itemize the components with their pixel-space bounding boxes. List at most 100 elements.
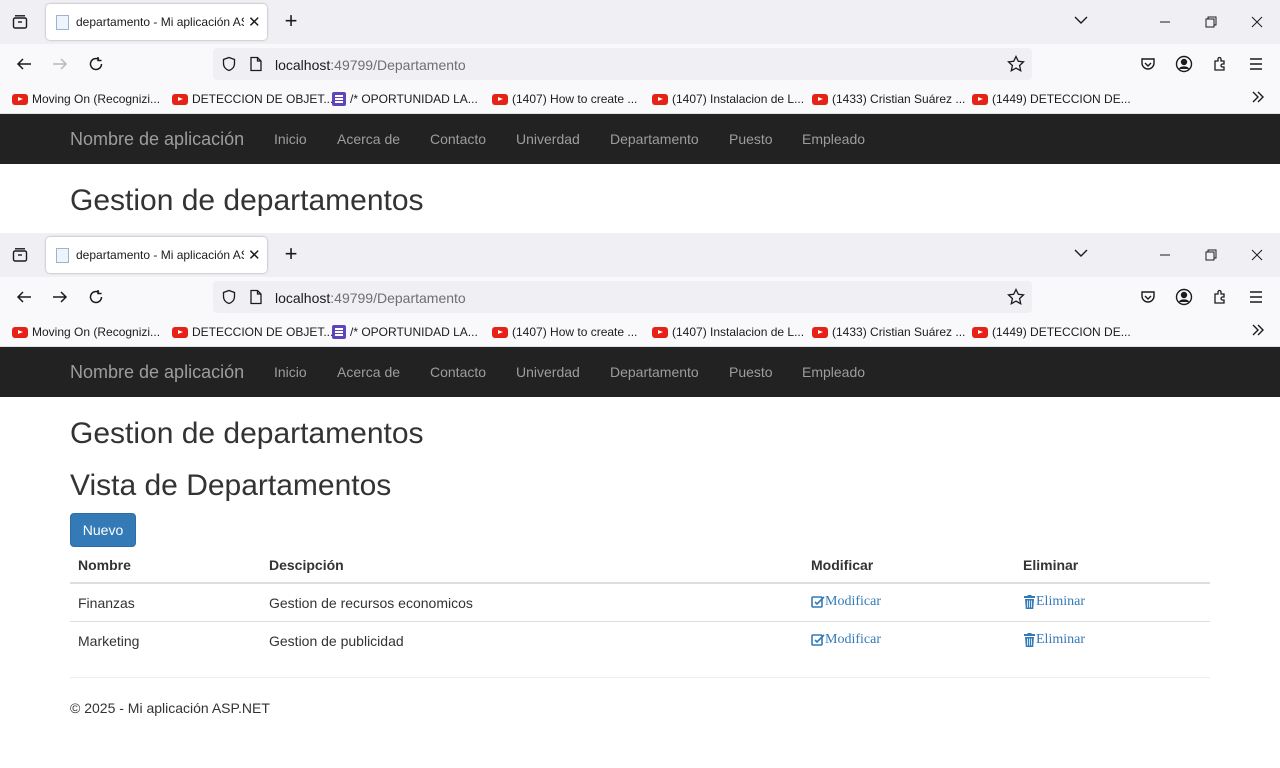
- restore-icon[interactable]: [1201, 245, 1221, 265]
- star-icon[interactable]: [1006, 287, 1026, 307]
- youtube-icon: [972, 93, 988, 105]
- nav-empleado[interactable]: Empleado: [802, 364, 865, 380]
- modify-link[interactable]: Modificar: [811, 594, 881, 610]
- col-eliminar: Eliminar: [1015, 547, 1210, 584]
- bookmark-item[interactable]: (1433) Cristian Suárez ...: [812, 323, 965, 341]
- edit-icon: [811, 633, 825, 646]
- minimize-icon[interactable]: [1155, 12, 1175, 32]
- bookmark-item[interactable]: (1407) How to create ...: [492, 323, 637, 341]
- back-icon[interactable]: [14, 54, 34, 74]
- url-bar[interactable]: localhost:49799/Departamento: [213, 48, 1032, 80]
- back-icon[interactable]: [14, 287, 34, 307]
- edit-icon: [811, 595, 825, 608]
- departments-table: Nombre Descipción Modificar Eliminar Fin…: [70, 547, 1210, 659]
- new-tab-button[interactable]: +: [280, 10, 302, 34]
- bookmark-item[interactable]: Moving On (Recognizi...: [12, 323, 160, 341]
- account-icon[interactable]: [1174, 54, 1194, 74]
- tab-list-icon[interactable]: [8, 243, 32, 267]
- account-icon[interactable]: [1174, 287, 1194, 307]
- new-department-button[interactable]: Nuevo: [70, 513, 136, 547]
- bookmark-item[interactable]: (1449) DETECCION DE...: [972, 90, 1131, 108]
- nav-acerca[interactable]: Acerca de: [337, 364, 400, 380]
- tab-active[interactable]: departamento - Mi aplicación ASP.NET ✕: [46, 4, 267, 40]
- nav-empleado[interactable]: Empleado: [802, 131, 865, 147]
- tab-active[interactable]: departamento - Mi aplicación ASP.NET ✕: [46, 237, 267, 273]
- delete-link[interactable]: Eliminar: [1023, 632, 1085, 648]
- shield-icon[interactable]: [219, 54, 239, 74]
- url-bar[interactable]: localhost:49799/Departamento: [213, 281, 1032, 313]
- youtube-icon: [492, 326, 508, 338]
- bookmark-item[interactable]: (1407) How to create ...: [492, 90, 637, 108]
- page-info-icon[interactable]: [246, 287, 266, 307]
- reload-icon[interactable]: [86, 287, 106, 307]
- menu-icon[interactable]: [1246, 287, 1266, 307]
- youtube-icon: [12, 326, 28, 338]
- page-info-icon[interactable]: [246, 54, 266, 74]
- view-title: Vista de Departamentos: [70, 469, 392, 502]
- pocket-icon[interactable]: [1138, 287, 1158, 307]
- chevron-double-right-icon[interactable]: [1250, 89, 1266, 110]
- close-window-icon[interactable]: [1247, 12, 1267, 32]
- bookmark-item[interactable]: (1407) Instalacion de L...: [652, 90, 804, 108]
- bookmark-item[interactable]: /* OPORTUNIDAD LA...: [332, 323, 478, 341]
- cell-nombre: Marketing: [78, 632, 140, 649]
- modify-link[interactable]: Modificar: [811, 632, 881, 648]
- nav-univerdad[interactable]: Univerdad: [516, 364, 580, 380]
- new-tab-button[interactable]: +: [280, 243, 302, 267]
- close-window-icon[interactable]: [1247, 245, 1267, 265]
- nav-puesto[interactable]: Puesto: [729, 364, 773, 380]
- delete-link[interactable]: Eliminar: [1023, 594, 1085, 610]
- bookmark-item[interactable]: (1433) Cristian Suárez ...: [812, 90, 965, 108]
- browser-window-front: departamento - Mi aplicación ASP.NET ✕ +…: [0, 233, 1280, 768]
- table-header-row: Nombre Descipción Modificar Eliminar: [70, 547, 1210, 584]
- forms-icon: [332, 325, 346, 339]
- nav-toolbar: localhost:49799/Departamento: [0, 44, 1280, 84]
- nav-contacto[interactable]: Contacto: [430, 131, 486, 147]
- nav-puesto[interactable]: Puesto: [729, 131, 773, 147]
- bookmark-item[interactable]: DETECCION DE OBJET...: [172, 90, 333, 108]
- close-tab-icon[interactable]: ✕: [248, 15, 261, 30]
- menu-icon[interactable]: [1246, 54, 1266, 74]
- bookmark-item[interactable]: Moving On (Recognizi...: [12, 90, 160, 108]
- nav-univerdad[interactable]: Univerdad: [516, 131, 580, 147]
- forms-icon: [332, 92, 346, 106]
- star-icon[interactable]: [1006, 54, 1026, 74]
- tab-title: departamento - Mi aplicación ASP.NET: [76, 248, 244, 262]
- col-modificar: Modificar: [803, 547, 1015, 584]
- nav-inicio[interactable]: Inicio: [274, 131, 307, 147]
- pocket-icon[interactable]: [1138, 54, 1158, 74]
- nav-contacto[interactable]: Contacto: [430, 364, 486, 380]
- extensions-icon[interactable]: [1210, 54, 1230, 74]
- extensions-icon[interactable]: [1210, 287, 1230, 307]
- nav-acerca[interactable]: Acerca de: [337, 131, 400, 147]
- chevron-down-icon[interactable]: [1073, 12, 1089, 33]
- youtube-icon: [812, 93, 828, 105]
- bookmark-item[interactable]: (1407) Instalacion de L...: [652, 323, 804, 341]
- nav-departamento[interactable]: Departamento: [610, 131, 699, 147]
- nav-inicio[interactable]: Inicio: [274, 364, 307, 380]
- nav-departamento[interactable]: Departamento: [610, 364, 699, 380]
- url-text[interactable]: localhost:49799/Departamento: [275, 290, 466, 306]
- close-tab-icon[interactable]: ✕: [248, 248, 261, 263]
- bookmark-item[interactable]: /* OPORTUNIDAD LA...: [332, 90, 478, 108]
- forward-icon[interactable]: [50, 287, 70, 307]
- tab-title: departamento - Mi aplicación ASP.NET: [76, 15, 244, 29]
- brand-link[interactable]: Nombre de aplicación: [70, 129, 244, 150]
- bookmark-item[interactable]: (1449) DETECCION DE...: [972, 323, 1131, 341]
- chevron-down-icon[interactable]: [1073, 245, 1089, 266]
- chevron-double-right-icon[interactable]: [1250, 322, 1266, 343]
- bookmark-item[interactable]: DETECCION DE OBJET...: [172, 323, 333, 341]
- cell-descripcion: Gestion de recursos economicos: [261, 583, 803, 622]
- brand-link[interactable]: Nombre de aplicación: [70, 362, 244, 383]
- tab-list-icon[interactable]: [8, 10, 32, 34]
- browser-window-back: departamento - Mi aplicación ASP.NET ✕ +…: [0, 0, 1280, 233]
- restore-icon[interactable]: [1201, 12, 1221, 32]
- minimize-icon[interactable]: [1155, 245, 1175, 265]
- url-text[interactable]: localhost:49799/Departamento: [275, 57, 466, 73]
- cell-descripcion: Gestion de publicidad: [269, 632, 404, 649]
- shield-icon[interactable]: [219, 287, 239, 307]
- tab-strip: departamento - Mi aplicación ASP.NET ✕ +: [0, 0, 1280, 44]
- reload-icon[interactable]: [86, 54, 106, 74]
- app-navbar: Nombre de aplicación Inicio Acerca de Co…: [0, 347, 1280, 397]
- forward-icon: [50, 54, 70, 74]
